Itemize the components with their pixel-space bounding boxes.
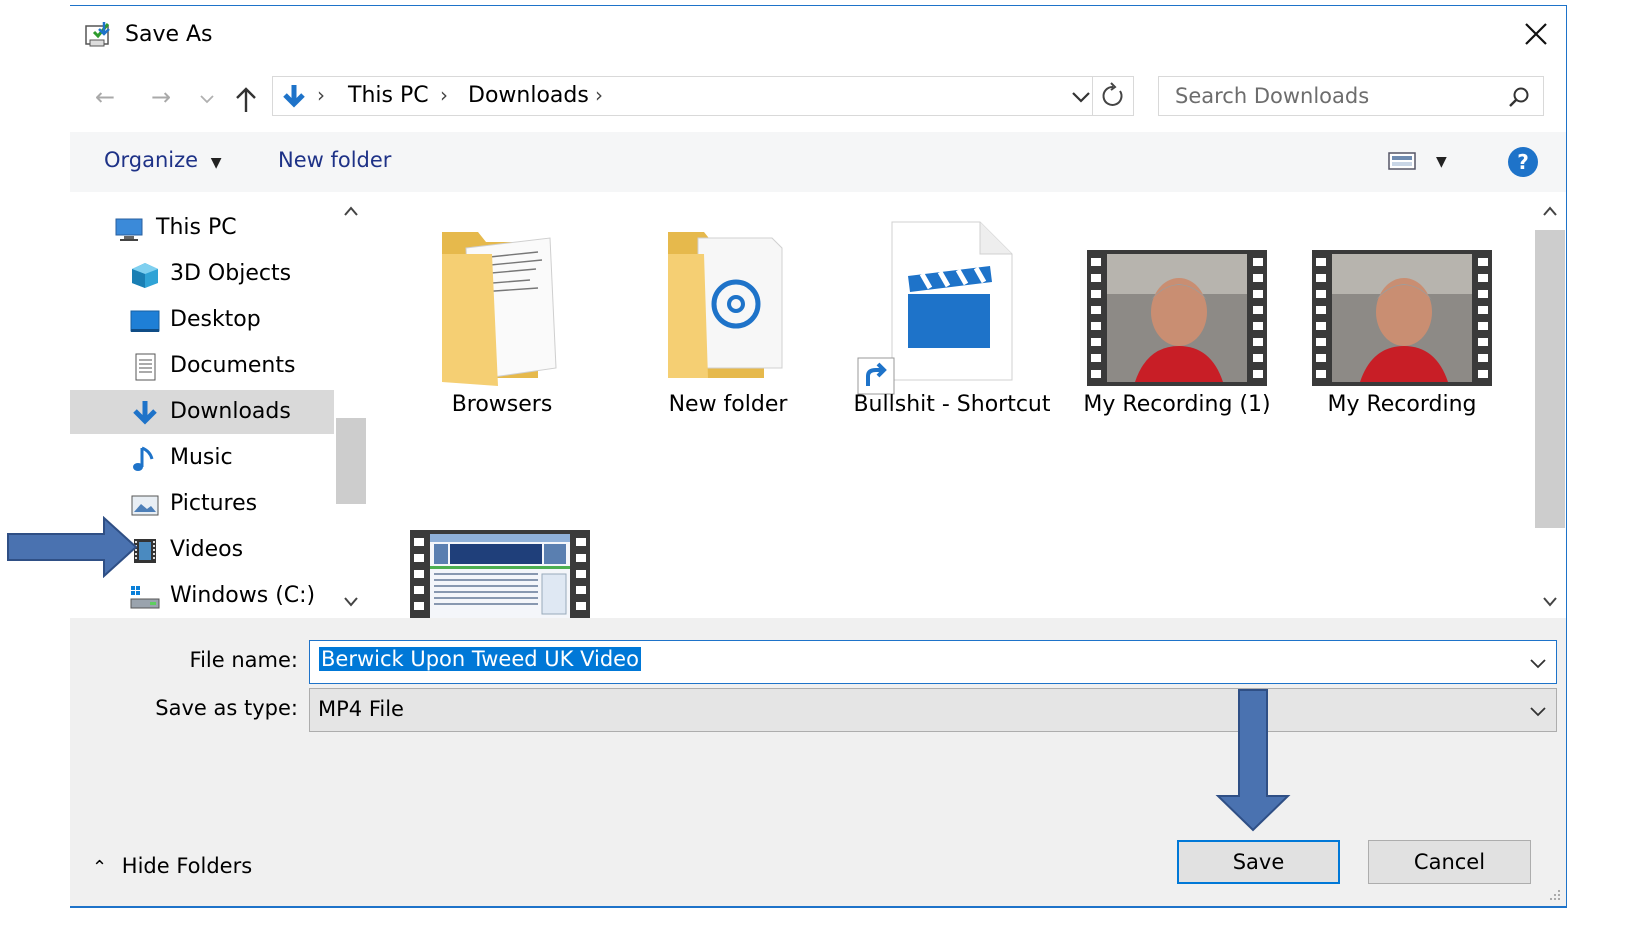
save-type-label: Save as type: [155,696,298,720]
file-item-video[interactable] [392,522,612,618]
navigation-bar: ← → › This PC › Downloads › Search Downl… [70,68,1566,128]
documents-icon [135,353,156,381]
address-dropdown-chevron-icon[interactable] [1069,85,1093,109]
video-thumbnail-icon [1087,250,1267,386]
save-button[interactable]: Save [1177,840,1340,884]
nav-item-label: Music [170,445,233,470]
search-box[interactable]: Search Downloads [1158,76,1544,116]
file-name-label: My Recording [1327,392,1477,417]
crumb-separator-icon: › [595,83,603,107]
file-name-label: File name: [189,648,298,672]
scroll-down-chevron-icon[interactable] [1535,586,1565,616]
file-name-field[interactable]: Berwick Upon Tweed UK Video [309,640,1557,684]
chevron-up-icon: ⌃ [92,857,108,878]
file-name-label: Bullshit - Shortcut [853,392,1051,417]
close-icon[interactable] [1518,16,1554,52]
file-item-browsers[interactable]: Browsers [392,192,612,452]
back-arrow-icon[interactable]: ← [90,82,120,112]
scroll-down-chevron-icon[interactable] [336,586,366,616]
save-as-dialog: Save As ← → › This PC › Downloads › Sear… [70,5,1567,908]
3d-objects-icon [132,263,158,288]
change-view-icon[interactable] [1388,150,1418,172]
new-folder-button[interactable]: New folder [278,148,391,172]
nav-item-downloads[interactable]: Downloads [70,390,334,434]
svg-text:?: ? [1517,150,1529,174]
crumb-separator-icon: › [317,83,325,107]
command-toolbar: Organize ▼ New folder ▼ ? [70,132,1566,192]
save-type-dropdown-chevron-icon[interactable] [1528,701,1548,721]
annotation-arrow-right-icon [7,516,138,578]
nav-item-label: Downloads [170,399,291,424]
file-name-label: Browsers [451,392,553,417]
save-type-value: MP4 File [318,697,404,721]
help-icon[interactable]: ? [1506,145,1540,179]
video-thumbnail-icon [1312,250,1492,386]
nav-item-documents[interactable]: Documents [70,344,334,388]
title-bar: Save As [70,6,1566,66]
save-form-panel: File name: Berwick Upon Tweed UK Video S… [70,618,1566,906]
nav-item-label: Desktop [170,307,261,332]
scrollbar-thumb[interactable] [336,418,366,504]
downloads-location-icon [283,85,305,108]
hide-folders-button[interactable]: ⌃ Hide Folders [92,854,252,878]
nav-item-this-pc[interactable]: This PC [70,206,334,250]
file-item-my-recording-1[interactable]: My Recording (1) [1067,192,1287,452]
file-list-view: Browsers New folder Bullshit - Shortcut … [370,192,1535,618]
scroll-up-chevron-icon[interactable] [1535,196,1565,226]
video-thumbnail-icon [410,530,590,618]
refresh-button[interactable] [1092,76,1133,116]
nav-item-label: This PC [156,215,237,240]
dialog-title: Save As [125,22,213,47]
cancel-button[interactable]: Cancel [1368,840,1531,884]
view-options-dropdown-icon[interactable]: ▼ [1436,154,1447,170]
video-shortcut-icon [857,221,1013,395]
scroll-up-chevron-icon[interactable] [336,196,366,226]
nav-pane-scrollbar[interactable] [336,192,366,618]
organize-menu-button[interactable]: Organize ▼ [104,148,222,172]
folder-icon [668,232,783,378]
resize-grip-icon[interactable] [1548,888,1562,902]
file-view-scrollbar[interactable] [1535,192,1565,618]
save-as-icon [85,22,110,47]
nav-item-label: Videos [170,537,244,562]
file-item-bullshit-shortcut[interactable]: Bullshit - Shortcut [842,192,1062,452]
breadcrumb-this-pc[interactable]: This PC [348,83,429,108]
music-icon [133,446,154,471]
refresh-icon [1102,82,1123,106]
file-name-dropdown-chevron-icon[interactable] [1528,653,1548,673]
address-bar[interactable]: › This PC › Downloads › [272,76,1134,116]
forward-arrow-icon[interactable]: → [146,82,176,112]
recent-locations-chevron-icon[interactable] [200,94,214,104]
nav-item-label: Pictures [170,491,258,516]
crumb-separator-icon: › [440,83,448,107]
nav-item-desktop[interactable]: Desktop [70,298,334,342]
computer-icon [115,218,143,241]
nav-item-label: 3D Objects [170,261,292,286]
save-as-type-select[interactable]: MP4 File [309,688,1557,732]
drive-icon [130,586,160,609]
annotation-arrow-down-icon [1215,689,1291,832]
search-icon[interactable] [1507,85,1531,109]
nav-item-3d-objects[interactable]: 3D Objects [70,252,334,296]
nav-item-label: Windows (C:) [170,583,316,608]
organize-label: Organize [104,148,199,172]
downloads-icon [133,401,157,425]
pictures-icon [131,495,159,516]
file-item-new-folder[interactable]: New folder [618,192,838,452]
organize-dropdown-icon: ▼ [210,155,222,171]
scrollbar-thumb[interactable] [1535,230,1565,528]
hide-folders-label: Hide Folders [121,854,253,878]
file-name-input[interactable]: Berwick Upon Tweed UK Video [319,647,641,671]
nav-item-music[interactable]: Music [70,436,334,480]
breadcrumb-downloads[interactable]: Downloads [468,83,589,108]
file-item-my-recording[interactable]: My Recording [1292,192,1512,452]
file-name-label: New folder [668,392,788,417]
up-arrow-icon[interactable] [234,86,258,114]
desktop-icon [130,310,160,332]
nav-item-label: Documents [170,353,296,378]
nav-item-windows-c[interactable]: Windows (C:) [70,574,334,618]
file-name-label: My Recording (1) [1083,392,1271,417]
search-input[interactable]: Search Downloads [1175,84,1369,108]
folder-icon [442,232,557,386]
